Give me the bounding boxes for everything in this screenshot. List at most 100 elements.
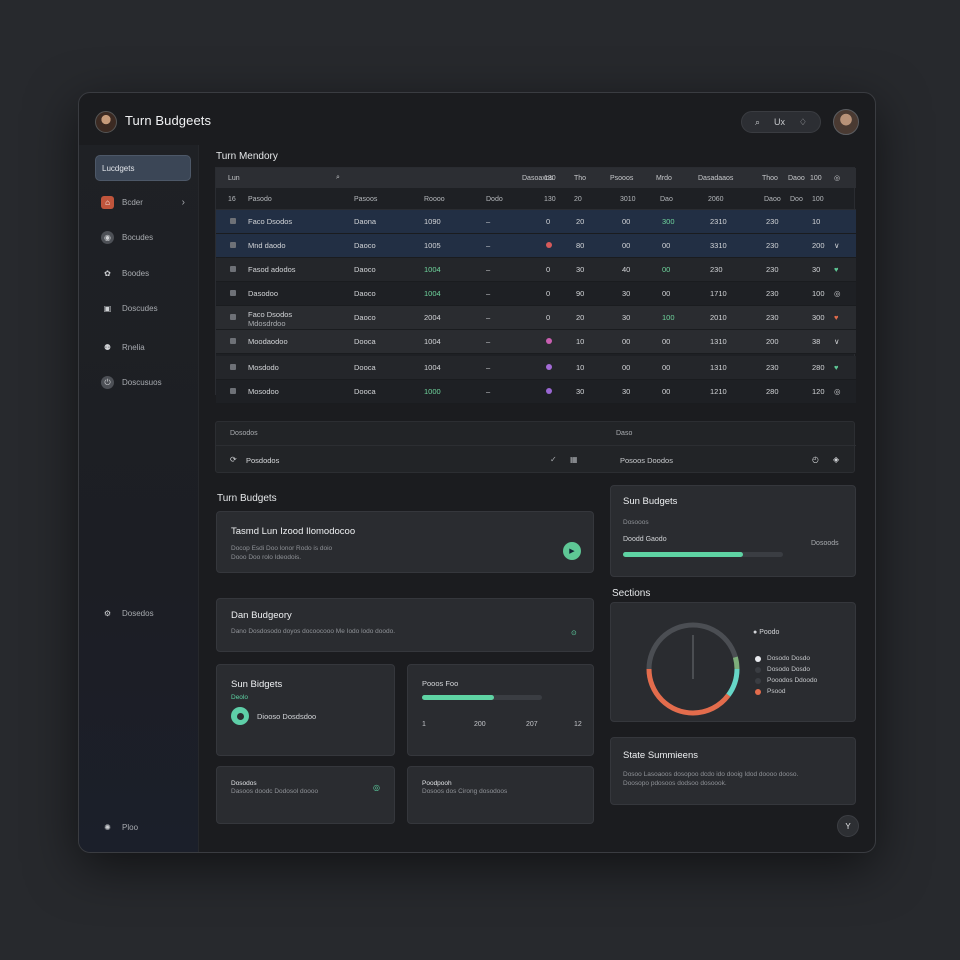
stats-card[interactable]: Sun Budgets Dosooos Doodd Gaodo Dosoods <box>610 485 856 577</box>
sidebar-item-bcder[interactable]: ⌂ Bcder › <box>95 189 191 215</box>
history-icon[interactable]: ◴ <box>812 455 819 464</box>
row-dash: – <box>486 289 491 298</box>
row-c: 00 <box>662 363 671 372</box>
row-action-icon[interactable]: ◎ <box>834 387 841 396</box>
column-header[interactable]: Roooo <box>424 196 445 203</box>
data-table: Lun ⌕ Dasoaxos 130 Tho Psooos Mrdo Dasad… <box>215 167 856 404</box>
sidebar-item-dosedos[interactable]: ⚙ Dosedos <box>95 600 191 626</box>
help-button[interactable]: Y <box>837 815 859 837</box>
search-icon[interactable]: ⌕ <box>755 117 760 128</box>
column-header[interactable]: Daoo <box>764 196 781 203</box>
row-select[interactable] <box>230 241 236 250</box>
row-checkbox[interactable] <box>230 388 236 394</box>
column-header[interactable]: Doo <box>790 196 803 203</box>
grid-icon[interactable]: ▦ <box>570 455 578 464</box>
info-row[interactable]: ⟳ Posdodos ✓ ▦ Posoos Doodos ◴ ◈ <box>216 446 856 474</box>
row-status <box>546 241 552 250</box>
row-action-icon[interactable]: ◎ <box>834 289 841 298</box>
toolbar-col[interactable]: Tho <box>574 175 586 182</box>
row-select[interactable] <box>230 363 236 372</box>
row-checkbox[interactable] <box>230 314 236 320</box>
user-avatar[interactable] <box>833 109 859 135</box>
row-name: Dasodoo <box>248 289 279 298</box>
budget-card-secondary[interactable]: Dan Budgeory Dano Dosdosodo doyos docooc… <box>216 598 594 652</box>
table-row[interactable]: Mosdodo Dooca 1004 – 10 00 00 1310 230 280 ♥ <box>216 356 856 380</box>
row-checkbox[interactable] <box>230 290 236 296</box>
summary-card[interactable]: State Summieens Dosoo Lasoaoos dosopoo d… <box>610 737 856 805</box>
sun-budgets-card[interactable]: Sun Bidgets Deolo Diooso Dosdsdoo <box>216 664 395 756</box>
sidebar-item-lucdgets[interactable]: Lucdgets <box>95 155 191 181</box>
table-row[interactable]: Mnd daodo Daoco 1005 – 80 00 00 3310 230 200 ∨ <box>216 234 856 258</box>
toolbar-col[interactable]: Mrdo <box>656 175 672 182</box>
row-status: 0 <box>546 289 551 298</box>
row-c: 100 <box>662 313 675 322</box>
check-icon[interactable]: ✓ <box>550 455 557 464</box>
table-row[interactable]: Faco Dsodos Daona 1090 – 0 20 00 300 2310 230 10 <box>216 210 856 234</box>
row-action-icon[interactable]: ♥ <box>834 363 838 372</box>
tick-label: 1 <box>422 721 426 728</box>
row-action-icon[interactable]: ♥ <box>834 265 838 274</box>
progress-card[interactable]: Pooos Foo 1 200 207 12 <box>407 664 594 756</box>
toolbar-col[interactable]: Dasadaaos <box>698 175 733 182</box>
check-circle-icon[interactable]: ◎ <box>373 783 380 792</box>
status-dot <box>546 242 552 248</box>
column-header[interactable]: 100 <box>812 196 824 203</box>
table-row[interactable]: Fasod adodos Daoco 1004 – 0 30 40 00 230 230 30 ♥ <box>216 258 856 282</box>
play-button[interactable]: ▶ <box>563 542 581 560</box>
small-card-right[interactable]: Poodpooh Dosoos dos Cirong dosodoos <box>407 766 594 824</box>
status-icon[interactable]: ⊙ <box>571 629 577 637</box>
toolbar-col[interactable]: Daoo <box>788 175 805 182</box>
sidebar-item-doscudes[interactable]: ▣ Doscudes <box>95 295 191 321</box>
sidebar-item-ploo[interactable]: ✺ Ploo <box>95 814 191 840</box>
row-checkbox[interactable] <box>230 338 236 344</box>
column-header[interactable]: 20 <box>574 196 582 203</box>
row-checkbox[interactable] <box>230 218 236 224</box>
bell-icon[interactable]: ♢ <box>799 117 807 128</box>
row-checkbox[interactable] <box>230 266 236 272</box>
donut-card[interactable]: ● Poodo Dosodo Dosdo Dosodo Dosdo Pooodo… <box>610 602 856 722</box>
row-action-icon[interactable]: ∨ <box>834 241 840 250</box>
row-name: Faco Dsodos <box>248 217 293 226</box>
row-select[interactable] <box>230 217 236 226</box>
row-checkbox[interactable] <box>230 242 236 248</box>
column-header[interactable]: Dodo <box>486 196 503 203</box>
row-action-icon[interactable]: ∨ <box>834 337 840 346</box>
settings-icon[interactable]: ◎ <box>834 174 840 182</box>
row-select[interactable] <box>230 387 236 396</box>
row-cat: Dooca <box>354 363 376 372</box>
column-header[interactable]: Dao <box>660 196 673 203</box>
row-select[interactable] <box>230 337 236 346</box>
column-header[interactable]: 3010 <box>620 196 636 203</box>
row-select[interactable] <box>230 265 236 274</box>
search-pill[interactable]: ⌕ Ux ♢ <box>741 111 821 133</box>
column-header[interactable]: Pasoos <box>354 196 377 203</box>
refresh-icon[interactable]: ⟳ <box>230 455 237 464</box>
row-b: 30 <box>622 289 631 298</box>
table-row[interactable]: Dasodoo Daoco 1004 – 0 90 30 00 1710 230 100 ◎ <box>216 282 856 306</box>
sidebar-item-rnelia[interactable]: ⚉ Rnelia <box>95 334 191 360</box>
row-checkbox[interactable] <box>230 364 236 370</box>
sidebar-item-doscusuos[interactable]: ⏻ Doscusuos <box>95 369 191 395</box>
column-header[interactable]: 2060 <box>708 196 724 203</box>
sidebar-item-bocudes[interactable]: ◉ Bocudes <box>95 224 191 250</box>
row-action-icon[interactable]: ♥ <box>834 313 838 322</box>
small-card-left[interactable]: Dosodos Dasoos doodc Dodosol doooo ◎ <box>216 766 395 824</box>
table-search-icon[interactable]: ⌕ <box>336 174 340 182</box>
table-row[interactable]: Mdosdrdoo Faco Dsodos Daoco 2004 – 0 20 30 100 20… <box>216 306 856 330</box>
column-header[interactable]: 16 <box>228 196 236 203</box>
toolbar-col[interactable]: 100 <box>810 175 822 182</box>
toolbar-col[interactable]: 130 <box>544 175 556 182</box>
table-row[interactable]: Moodaodoo Dooca 1004 – 10 00 00 1310 200 38 ∨ <box>216 330 856 354</box>
column-header[interactable]: Pasodo <box>248 196 272 203</box>
toolbar-col[interactable]: Psooos <box>610 175 633 182</box>
tag-icon[interactable]: ◈ <box>833 455 839 464</box>
row-e: 230 <box>766 313 779 322</box>
table-row[interactable]: Mosodoo Dooca 1000 – 30 30 00 1210 280 120 ◎ <box>216 380 856 404</box>
row-select[interactable] <box>230 289 236 298</box>
column-header[interactable]: 130 <box>544 196 556 203</box>
budget-card-primary[interactable]: Tasmd Lun Izood Ilomodocoo Docop Esdi Do… <box>216 511 594 573</box>
progress-bar <box>422 695 542 700</box>
row-select[interactable] <box>230 313 236 322</box>
sidebar-item-boodes[interactable]: ✿ Boodes <box>95 260 191 286</box>
toolbar-col[interactable]: Thoo <box>762 175 778 182</box>
